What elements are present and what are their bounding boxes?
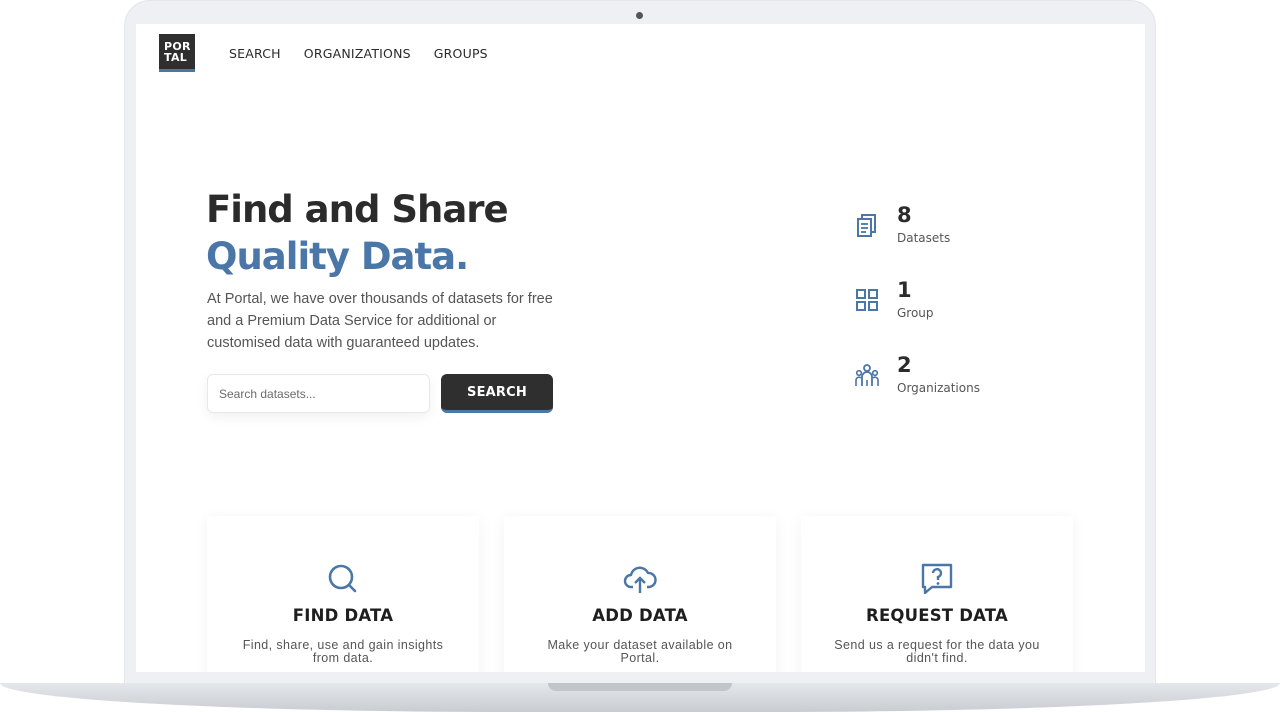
card-text: Make your dataset available on Portal. [547, 638, 733, 665]
search-input[interactable] [207, 374, 430, 413]
card-text: Send us a request for the data you didn'… [834, 638, 1040, 665]
stat-organizations[interactable]: 2 Organizations [854, 352, 980, 395]
search-button[interactable]: SEARCH [441, 374, 553, 413]
logo-line2: TAL [164, 51, 188, 64]
stat-label: Group [897, 306, 934, 320]
card-request-data[interactable]: REQUEST DATA Send us a request for the d… [801, 516, 1073, 672]
card-title: ADD DATA [592, 606, 688, 625]
nav-organizations[interactable]: ORGANIZATIONS [304, 46, 411, 61]
grid-icon [856, 289, 878, 311]
cloud-upload-icon [623, 566, 657, 593]
stat-value: 2 [897, 353, 912, 377]
nav-groups[interactable]: GROUPS [434, 46, 488, 61]
card-add-data[interactable]: ADD DATA Make your dataset available on … [504, 516, 776, 672]
laptop-notch [548, 683, 732, 691]
document-icon [857, 214, 876, 237]
stat-datasets[interactable]: 8 Datasets [854, 202, 950, 245]
question-message-icon [921, 563, 953, 595]
search-icon [328, 564, 357, 593]
nav-search[interactable]: SEARCH [229, 46, 281, 61]
portal-logo[interactable]: POR TAL [159, 34, 195, 72]
card-title: FIND DATA [292, 606, 394, 625]
stat-label: Datasets [897, 231, 951, 245]
hero-title-line2: Quality Data. [206, 235, 469, 278]
card-find-data[interactable]: FIND DATA Find, share, use and gain insi… [207, 516, 479, 672]
card-text: Find, share, use and gain insights from … [242, 638, 444, 665]
stat-label: Organizations [897, 381, 980, 395]
webcam [636, 12, 643, 19]
main-nav: SEARCH ORGANIZATIONS GROUPS [229, 46, 488, 61]
hero-description: At Portal, we have over thousands of dat… [207, 291, 553, 351]
card-title: REQUEST DATA [866, 606, 1008, 625]
people-icon [855, 364, 879, 386]
stat-value: 1 [897, 278, 912, 302]
hero-title: Find and Share Quality Data. [206, 186, 509, 280]
stat-value: 8 [897, 203, 912, 227]
stat-groups[interactable]: 1 Group [854, 277, 934, 320]
hero-title-line1: Find and Share [206, 188, 509, 231]
screen: POR TAL SEARCH ORGANIZATIONS GROUPS Find… [136, 24, 1145, 672]
